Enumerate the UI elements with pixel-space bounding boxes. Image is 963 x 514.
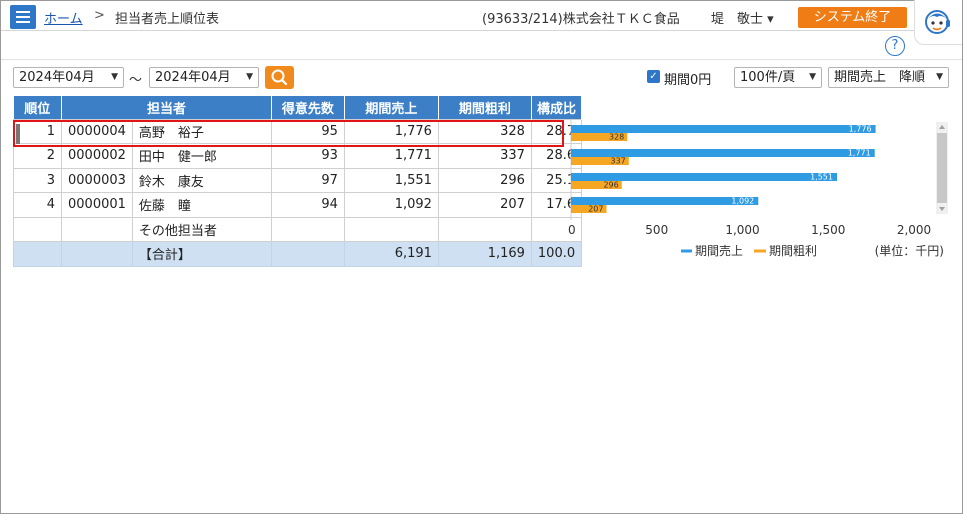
profit-data-label: 207 (588, 205, 603, 214)
sales-bar-chart: 1,776 328 1,771 337 1,551 296 1,092 207 0 500 1,00… (568, 120, 948, 258)
table-row[interactable]: 4 0000001 佐藤 瞳 94 1,092 207 17.6 (13, 192, 583, 218)
page-size-value: 100件/頁 (740, 70, 796, 85)
rank-cell (13, 216, 62, 242)
sales-data-label: 1,551 (810, 173, 833, 182)
profit-cell: 337 (437, 143, 532, 169)
x-tick-label: 1,000 (725, 223, 759, 237)
table-row[interactable]: 2 0000002 田中 健一郎 93 1,771 337 28.6 (13, 143, 583, 169)
page-size-select[interactable]: 100件/頁 ▼ (734, 67, 822, 88)
legend-label-sales: 期間売上 (695, 243, 743, 258)
staff-name-cell[interactable]: 田中 健一郎 (131, 143, 272, 169)
x-tick-label: 1,500 (811, 223, 845, 237)
table-row-total: 【合計】 6,191 1,169 100.0 (13, 241, 583, 267)
hamburger-menu-icon[interactable] (10, 5, 36, 29)
col-header-rank[interactable]: 順位 (13, 96, 62, 119)
period-to-select[interactable]: 2024年04月 ▼ (149, 67, 259, 88)
total-profit-cell: 1,169 (437, 241, 532, 267)
col-header-staff[interactable]: 担当者 (61, 96, 272, 119)
user-menu[interactable]: 堤 敬士 ▾ (711, 8, 774, 27)
unit-label: (単位：千円) (875, 243, 944, 258)
chevron-down-icon: ▼ (111, 72, 118, 82)
col-header-profit[interactable]: 期間粗利 (438, 96, 532, 119)
rank-cell: 4 (13, 192, 62, 218)
selected-row-highlight (13, 120, 564, 147)
page-title: 担当者売上順位表 (115, 12, 220, 27)
breadcrumb-home-link[interactable]: ホーム (44, 8, 83, 27)
company-name: (93633/214)株式会社ＴＫＣ食品 (482, 12, 680, 27)
customers-cell (270, 241, 345, 267)
staff-code-cell: 0000002 (61, 143, 133, 169)
x-tick-label: 0 (568, 223, 576, 237)
sales-cell: 1,771 (343, 143, 439, 169)
chevron-down-icon: ▼ (809, 72, 816, 82)
sort-select[interactable]: 期間売上 降順 ▼ (828, 67, 949, 88)
total-label: 【合計】 (131, 241, 272, 267)
sales-cell (343, 216, 439, 242)
rank-cell: 2 (13, 143, 62, 169)
staff-code-cell (61, 241, 133, 267)
profit-cell: 296 (437, 167, 532, 193)
table-row[interactable]: 3 0000003 鈴木 康友 97 1,551 296 25.1 (13, 167, 583, 193)
customers-cell: 94 (270, 192, 345, 218)
assistant-avatar-icon[interactable] (914, 0, 962, 45)
rank-cell (13, 241, 62, 267)
table-row-other[interactable]: その他担当者 (13, 216, 583, 242)
customers-cell: 97 (270, 167, 345, 193)
staff-code-cell: 0000003 (61, 167, 133, 193)
total-sales-cell: 6,191 (343, 241, 439, 267)
chevron-down-icon: ▼ (246, 72, 253, 82)
breadcrumb-separator: > (94, 8, 105, 23)
sort-value: 期間売上 降順 (834, 70, 926, 85)
search-icon (271, 69, 288, 86)
x-tick-label: 500 (645, 223, 668, 237)
table-header-row: 順位 担当者 得意先数 期間売上 期間粗利 構成比 (13, 96, 583, 119)
other-staff-label[interactable]: その他担当者 (131, 216, 272, 242)
zero-amount-checkbox[interactable]: ✓ (647, 70, 660, 83)
period-from-value: 2024年04月 (19, 70, 95, 85)
sales-data-label: 1,771 (848, 149, 871, 158)
profit-cell (437, 216, 532, 242)
system-exit-button[interactable]: システム終了 (798, 7, 907, 28)
profit-data-label: 337 (611, 157, 626, 166)
col-header-sales[interactable]: 期間売上 (344, 96, 439, 119)
x-tick-label: 2,000 (897, 223, 931, 237)
staff-name-cell[interactable]: 鈴木 康友 (131, 167, 272, 193)
period-range-separator: ～ (129, 73, 143, 88)
app-header: ホーム > 担当者売上順位表 (93633/214)株式会社ＴＫＣ食品 堤 敬士… (1, 1, 962, 31)
rank-cell: 3 (13, 167, 62, 193)
staff-code-cell: 0000001 (61, 192, 133, 218)
period-from-select[interactable]: 2024年04月 ▼ (13, 67, 124, 88)
sales-cell: 1,551 (343, 167, 439, 193)
sales-data-label: 1,092 (731, 197, 754, 206)
profit-data-label: 296 (603, 181, 618, 190)
search-button[interactable] (265, 66, 294, 89)
sales-cell: 1,092 (343, 192, 439, 218)
profit-data-label: 328 (609, 133, 624, 142)
zero-amount-checkbox-label: 期間0円 (664, 73, 712, 88)
customers-cell: 93 (270, 143, 345, 169)
legend-label-profit: 期間粗利 (769, 244, 817, 258)
chevron-down-icon: ▼ (936, 72, 943, 82)
period-to-value: 2024年04月 (155, 70, 231, 85)
staff-name-cell[interactable]: 佐藤 瞳 (131, 192, 272, 218)
staff-code-cell (61, 216, 133, 242)
help-icon[interactable]: ? (885, 36, 905, 56)
toolbar-divider (1, 59, 962, 60)
customers-cell (270, 216, 345, 242)
sales-data-label: 1,776 (849, 125, 872, 134)
chart-scrollbar-thumb (937, 133, 947, 203)
col-header-customers[interactable]: 得意先数 (271, 96, 345, 119)
profit-cell: 207 (437, 192, 532, 218)
